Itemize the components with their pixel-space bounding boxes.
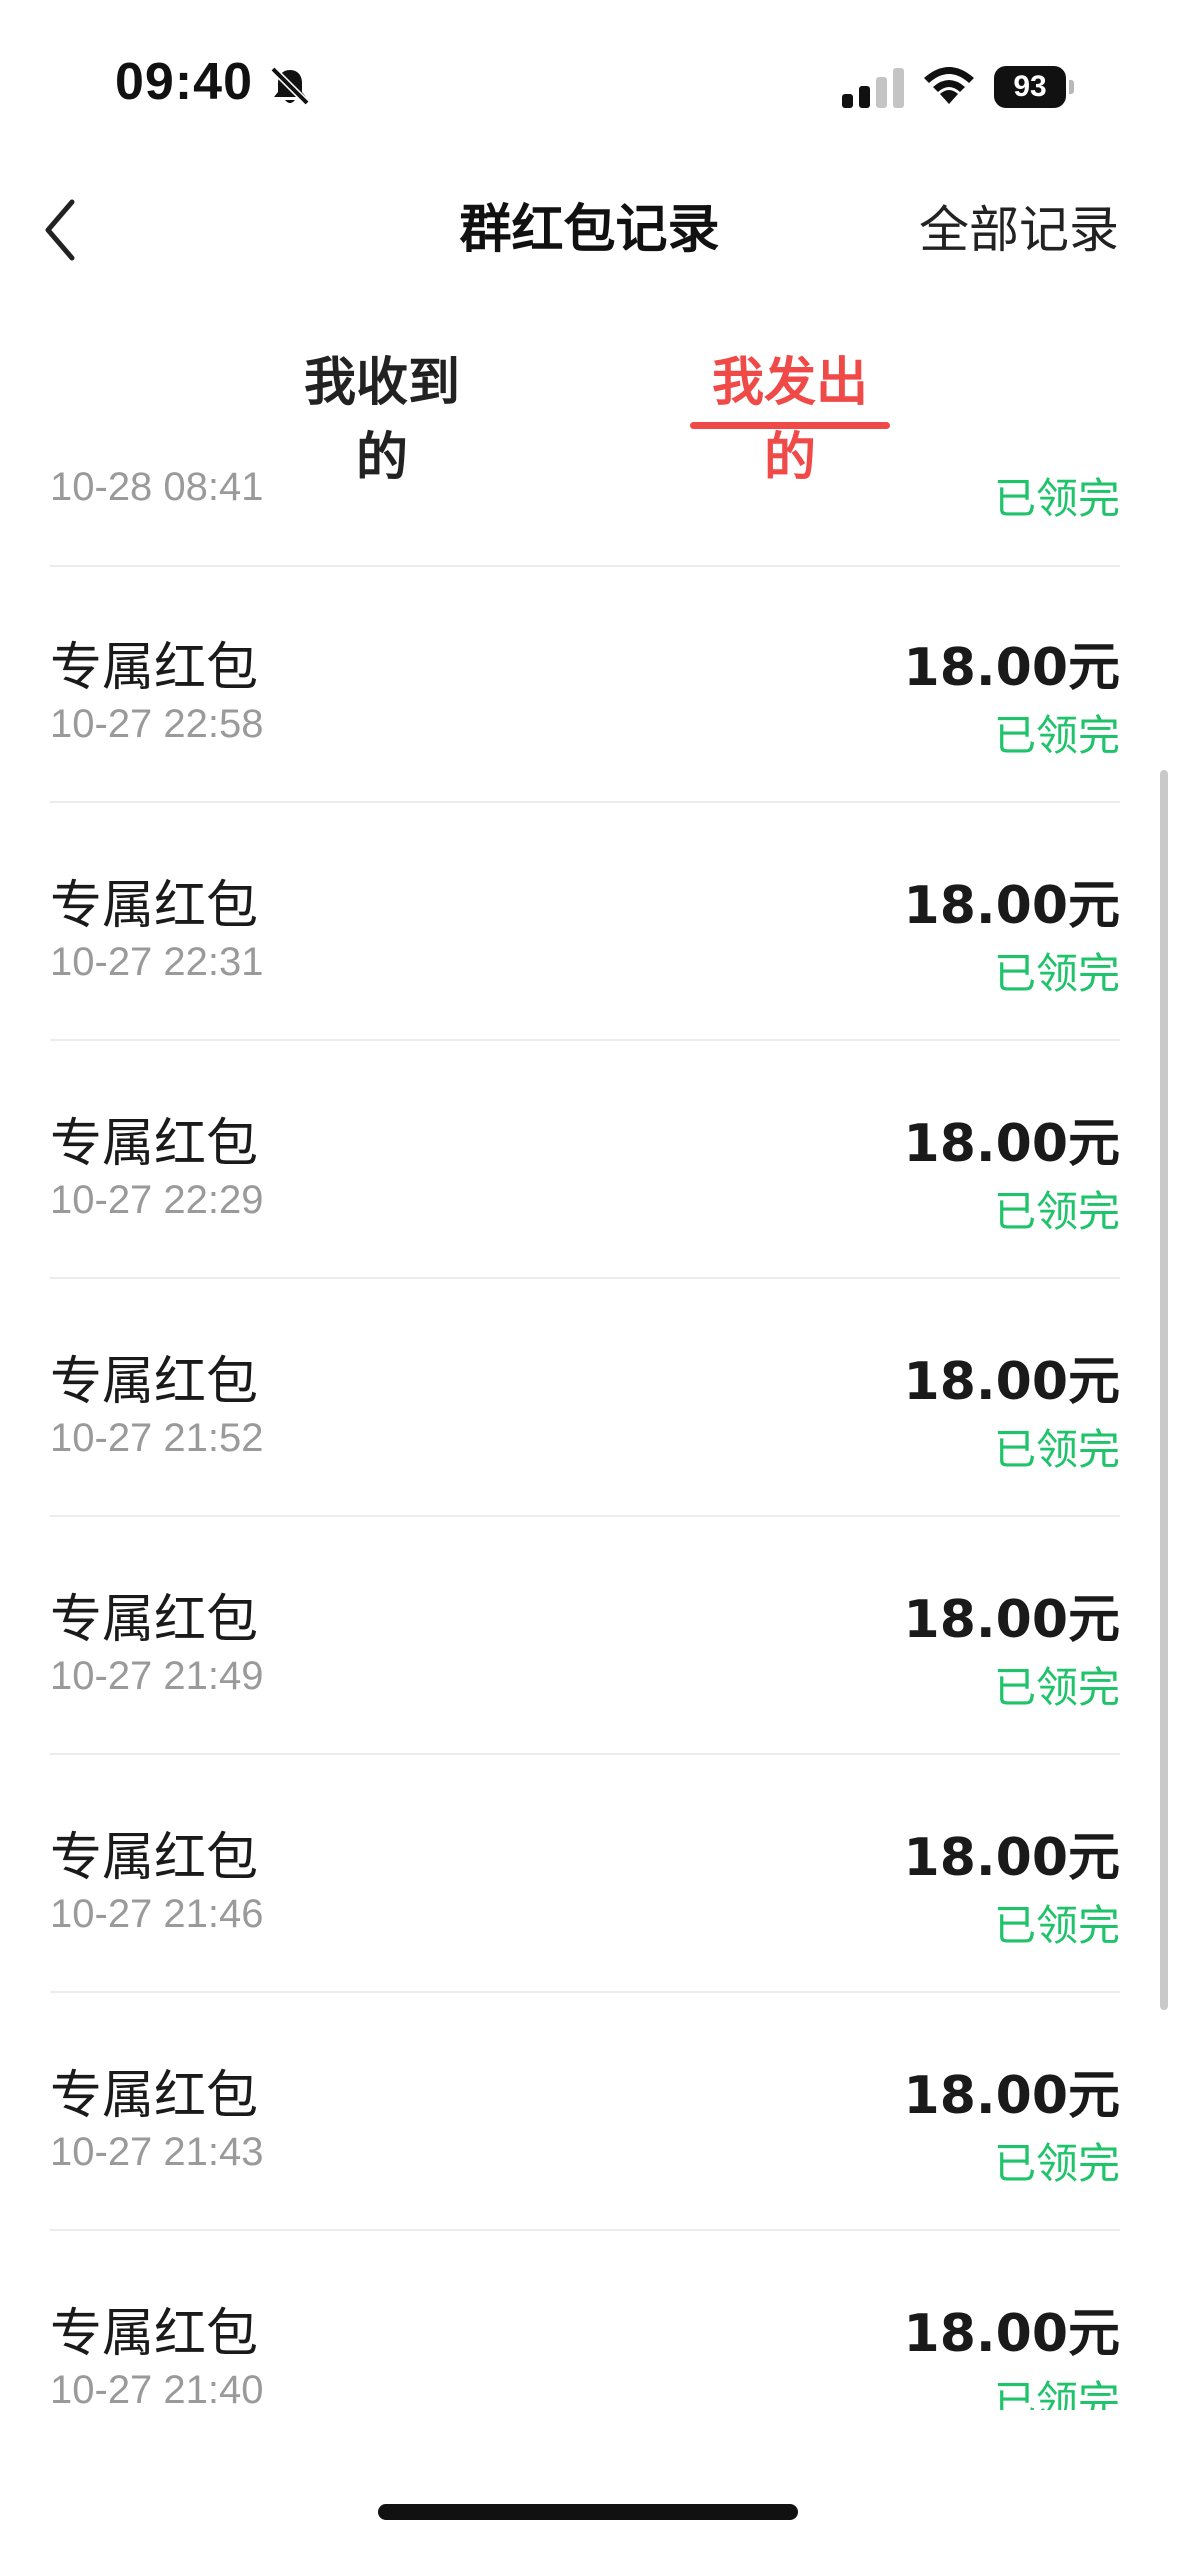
list-item[interactable]: 专属红包 10-27 22:29 18.00元已领完: [50, 1043, 1120, 1279]
record-amount: 18.00元: [903, 1352, 1120, 1412]
record-amount: 18.00元: [903, 876, 1120, 936]
record-title: 专属红包: [50, 1114, 259, 1174]
record-amount: 18.00元: [903, 638, 1120, 698]
scrollbar[interactable]: [1160, 770, 1168, 2010]
list-item[interactable]: 专属红包 10-27 21:52 18.00元已领完: [50, 1281, 1120, 1517]
home-indicator[interactable]: [378, 2504, 798, 2520]
wifi-icon: [924, 67, 974, 104]
list-item[interactable]: 专属红包 10-27 21:40 18.00元已领完: [50, 2233, 1120, 2410]
record-title: 专属红包: [50, 638, 259, 698]
list-item[interactable]: 专属红包 10-27 22:31 18.00元已领完: [50, 805, 1120, 1041]
record-time: 10-27 21:46: [50, 1892, 264, 1936]
status-bar: 09:40 93: [0, 0, 1179, 170]
record-time: 10-27 21:40: [50, 2368, 264, 2410]
record-title: 专属红包: [50, 876, 259, 936]
list-item[interactable]: 专属红包 10-27 21:49 18.00元已领完: [50, 1519, 1120, 1755]
record-status: 已领完: [993, 2139, 1120, 2188]
record-status: 已领完: [993, 1187, 1120, 1236]
record-time: 10-28 08:41: [50, 465, 264, 509]
record-time: 10-27 21:52: [50, 1416, 264, 1460]
record-time: 10-27 22:29: [50, 1178, 264, 1222]
record-amount: 18.00元: [903, 2304, 1120, 2364]
record-title: 专属红包: [50, 1352, 259, 1412]
record-time: 10-27 22:58: [50, 702, 264, 746]
record-list[interactable]: 10-28 08:41 已领完 专属红包 10-27 22:58 18.00元 已领完…: [0, 435, 1179, 2410]
battery-level: 93: [1013, 70, 1047, 103]
record-title: 专属红包: [50, 2066, 259, 2126]
list-item[interactable]: 专属红包 10-27 22:58 18.00元已领完: [50, 567, 1120, 803]
record-title: 专属红包: [50, 1828, 259, 1888]
record-time: 10-27 21:49: [50, 1654, 264, 1698]
active-tab-indicator: [690, 422, 890, 429]
record-amount: 18.00元: [903, 1590, 1120, 1650]
record-time: 10-27 21:43: [50, 2130, 264, 2174]
record-status: 已领完: [993, 1663, 1120, 1712]
record-status: 已领完: [993, 1425, 1120, 1474]
list-item[interactable]: 专属红包 10-27 21:46 18.00元已领完: [50, 1757, 1120, 1993]
record-status: 已领完: [993, 949, 1120, 998]
chevron-left-icon[interactable]: [38, 190, 88, 270]
record-title: 专属红包: [50, 2304, 259, 2364]
signal-icon: [842, 68, 904, 108]
all-records-button[interactable]: 全部记录: [919, 170, 1119, 290]
nav-bar: 群红包记录 全部记录: [0, 170, 1179, 290]
record-amount: 18.00元: [903, 1114, 1120, 1174]
record-status: 已领完: [993, 1901, 1120, 1950]
list-item[interactable]: 10-28 08:41 已领完: [50, 435, 1120, 567]
battery-icon: 93: [994, 66, 1074, 108]
record-status: 已领完: [993, 711, 1120, 760]
record-status: 已领完: [993, 2377, 1120, 2410]
record-title: 专属红包: [50, 1590, 259, 1650]
list-item[interactable]: 专属红包 10-27 21:43 18.00元已领完: [50, 1995, 1120, 2231]
record-amount: 18.00元: [903, 1828, 1120, 1888]
record-amount: 18.00元: [903, 2066, 1120, 2126]
status-time: 09:40: [115, 53, 253, 111]
tab-bar: 我收到的 我发出的: [0, 300, 1179, 488]
record-status: 已领完: [993, 474, 1120, 523]
bell-slash-icon: [270, 66, 310, 106]
record-time: 10-27 22:31: [50, 940, 264, 984]
